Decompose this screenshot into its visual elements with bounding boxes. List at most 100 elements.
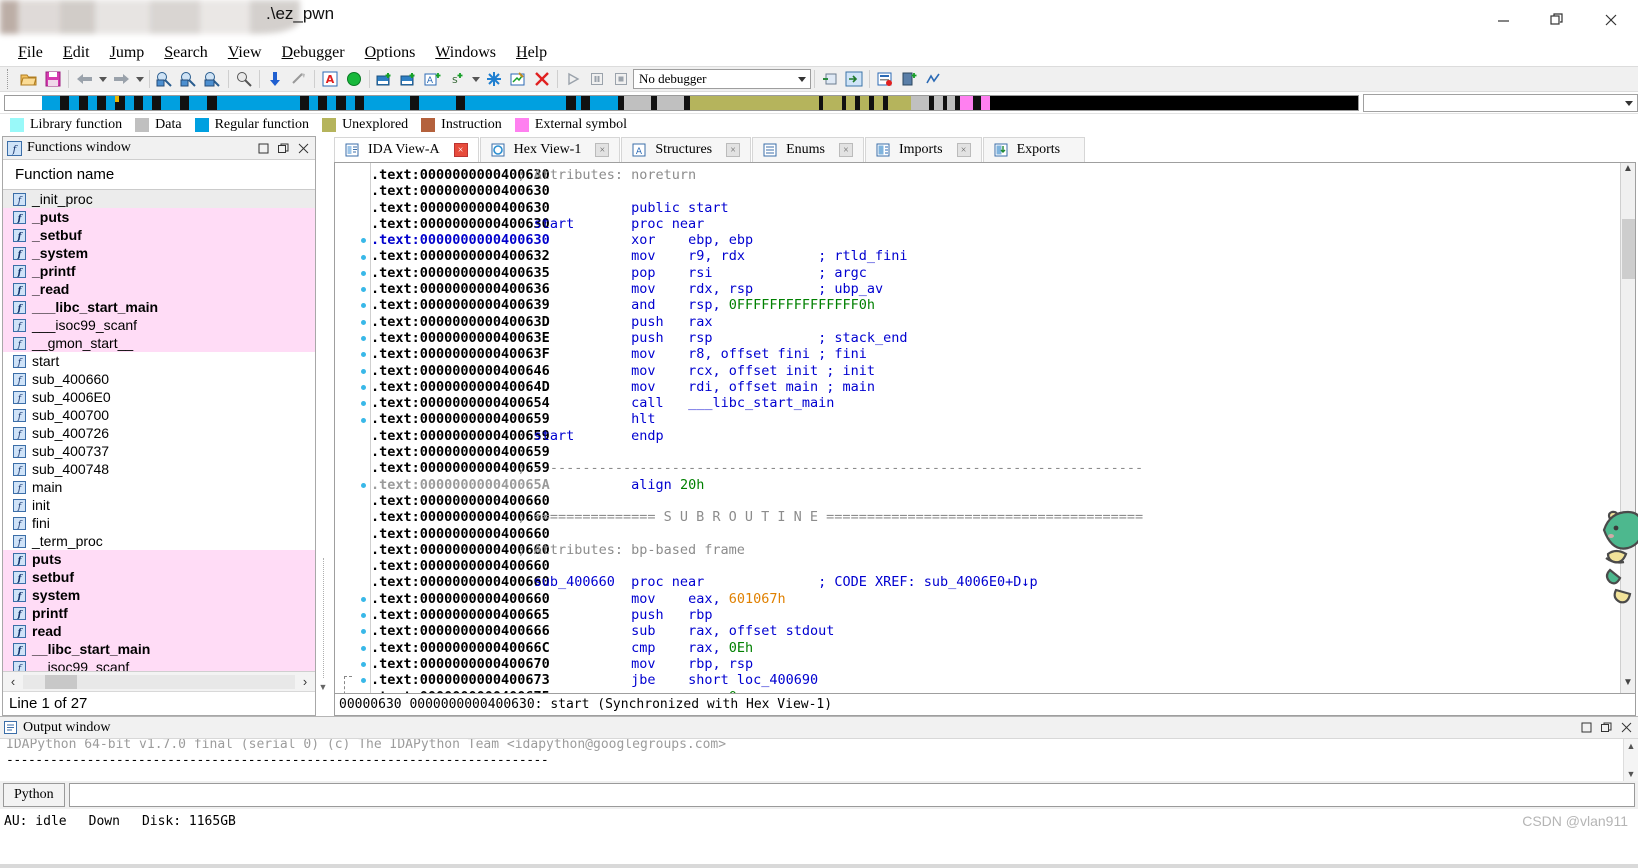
forward-arrow-icon[interactable] [109, 68, 133, 90]
hscroll-thumb[interactable] [45, 675, 77, 689]
menu-item-edit[interactable]: Edit [53, 43, 100, 63]
disassembly-line[interactable]: .text:0000000000400659 [371, 444, 1620, 460]
function-list-item[interactable]: f_printf [3, 262, 315, 280]
scroll-up-icon[interactable]: ▲ [1623, 163, 1633, 179]
menu-item-view[interactable]: View [218, 43, 272, 63]
output-close-icon[interactable] [1618, 720, 1634, 736]
function-list-item[interactable]: fprintf [3, 604, 315, 622]
tab-imports[interactable]: Imports× [865, 137, 982, 162]
function-list-item[interactable]: f__gmon_start__ [3, 334, 315, 352]
debugger-select[interactable]: No debugger [633, 69, 811, 89]
breakpoint-dot-icon[interactable] [361, 320, 366, 325]
disassembly-line[interactable]: .text:0000000000400639andrsp, 0FFFFFFFFF… [371, 297, 1620, 313]
line-label[interactable]: start [534, 216, 575, 232]
minimize-icon[interactable] [1476, 0, 1530, 40]
disassembly-line[interactable]: .text:0000000000400660 [371, 558, 1620, 574]
function-list-item[interactable]: fread [3, 622, 315, 640]
output-float-icon[interactable] [1598, 720, 1614, 736]
disassembly-line[interactable]: .text:0000000000400660; Attributes: bp-b… [371, 542, 1620, 558]
disassembly-line[interactable]: .text:0000000000400630public start [371, 200, 1620, 216]
add-data-icon[interactable] [373, 68, 397, 90]
disassembly-line[interactable]: .text:0000000000400654call___libc_start_… [371, 395, 1620, 411]
struct-dropdown-icon[interactable] [469, 68, 482, 90]
restore-icon[interactable] [1530, 0, 1584, 40]
run-icon[interactable] [561, 68, 585, 90]
breakpoint-dot-icon[interactable] [361, 629, 366, 634]
sync-icon[interactable] [482, 68, 506, 90]
panel-restore-icon[interactable] [255, 140, 271, 156]
back-dropdown-icon[interactable] [96, 68, 109, 90]
function-list-item[interactable]: f___libc_start_main [3, 298, 315, 316]
menu-item-debugger[interactable]: Debugger [272, 43, 355, 63]
python-input[interactable] [69, 783, 1635, 807]
panel-float-icon[interactable] [275, 140, 291, 156]
function-list-item[interactable]: fsetbuf [3, 568, 315, 586]
breakpoint-dot-icon[interactable] [361, 662, 366, 667]
add-string-icon[interactable]: A [421, 68, 445, 90]
splitter[interactable]: ▼ [316, 136, 330, 716]
breakpoint-dot-icon[interactable] [361, 287, 366, 292]
function-list-item[interactable]: fsub_400748 [3, 460, 315, 478]
output-scroll-down-icon[interactable]: ▼ [1627, 769, 1636, 779]
green-circle-icon[interactable] [342, 68, 366, 90]
disassembly-line[interactable]: .text:0000000000400659hlt [371, 411, 1620, 427]
breakpoint-gutter[interactable] [357, 163, 371, 693]
ida-view-a[interactable]: .text:0000000000400630; Attributes: nore… [334, 162, 1636, 694]
jump-down-icon[interactable] [263, 68, 287, 90]
disassembly-line[interactable]: .text:0000000000400630; Attributes: nore… [371, 167, 1620, 183]
edit-icon[interactable] [506, 68, 530, 90]
disassembly-line[interactable]: .text:0000000000400670movrbp, rsp [371, 656, 1620, 672]
function-list-item[interactable]: ffini [3, 514, 315, 532]
function-list-item[interactable]: fputs [3, 550, 315, 568]
tab-close-icon[interactable]: × [957, 143, 971, 157]
disassembly-line[interactable]: .text:0000000000400673jbeshort loc_40069… [371, 672, 1620, 688]
breakpoint-dot-icon[interactable] [361, 646, 366, 651]
disassembly-text[interactable]: .text:0000000000400630; Attributes: nore… [371, 163, 1620, 693]
function-list-item[interactable]: fsub_400737 [3, 442, 315, 460]
function-list-item[interactable]: f___isoc99_scanf [3, 316, 315, 334]
output-body[interactable]: IDAPython 64-bit v1.7.0 final (serial 0)… [0, 739, 1638, 781]
tab-hex-view-1[interactable]: Hex View-1× [480, 137, 621, 162]
function-list-item[interactable]: fsub_400700 [3, 406, 315, 424]
breakpoint-dot-icon[interactable] [361, 352, 366, 357]
function-list-item[interactable]: f__isoc99_scanf [3, 658, 315, 671]
function-list-item[interactable]: fstart [3, 352, 315, 370]
function-list-item[interactable]: fmain [3, 478, 315, 496]
search-again-icon[interactable] [232, 68, 256, 90]
breakpoint-dot-icon[interactable] [361, 271, 366, 276]
output-vscrollbar[interactable]: ▲ ▼ [1623, 739, 1638, 781]
function-list-item[interactable]: f__libc_start_main [3, 640, 315, 658]
line-label[interactable]: start [534, 428, 575, 444]
menu-item-help[interactable]: Help [506, 43, 557, 63]
function-list-item[interactable]: f_puts [3, 208, 315, 226]
disassembly-line[interactable]: .text:000000000040063Dpushrax [371, 314, 1620, 330]
tab-close-icon[interactable]: × [839, 143, 853, 157]
tab-close-icon[interactable]: × [726, 143, 740, 157]
functions-column-header[interactable]: Function name [3, 160, 315, 190]
breakpoint-dot-icon[interactable] [361, 401, 366, 406]
disassembly-line[interactable]: .text:0000000000400660; =============== … [371, 509, 1620, 525]
add-data2-icon[interactable] [397, 68, 421, 90]
disassembly-line[interactable]: .text:000000000040066Ccmprax, 0Eh [371, 640, 1620, 656]
vscroll-thumb[interactable] [1622, 219, 1635, 279]
breakpoint-dot-icon[interactable] [361, 597, 366, 602]
no-jump-icon[interactable] [287, 68, 311, 90]
function-list-item[interactable]: finit [3, 496, 315, 514]
search-hex-icon[interactable] [153, 68, 177, 90]
search-binary-icon[interactable] [201, 68, 225, 90]
function-list-item[interactable]: f_term_proc [3, 532, 315, 550]
disassembly-line[interactable]: .text:0000000000400666subrax, offset std… [371, 623, 1620, 639]
function-list-item[interactable]: f_init_proc [3, 190, 315, 208]
scroll-down-icon[interactable]: ▼ [1623, 677, 1633, 693]
breakpoint-dot-icon[interactable] [361, 369, 366, 374]
tab-ida-view-a[interactable]: IDA View-A× [334, 137, 479, 162]
disassembly-line[interactable]: .text:0000000000400660 [371, 526, 1620, 542]
function-list-item[interactable]: f_system [3, 244, 315, 262]
forward-dropdown-icon[interactable] [133, 68, 146, 90]
function-list-item[interactable]: fsub_400726 [3, 424, 315, 442]
breakpoint-dot-icon[interactable] [361, 418, 366, 423]
disassembly-line[interactable]: .text:0000000000400636movrdx, rsp; ubp_a… [371, 281, 1620, 297]
menu-item-windows[interactable]: Windows [425, 43, 506, 63]
tab-close-icon[interactable]: × [595, 143, 609, 157]
run-to-cursor-icon[interactable] [842, 68, 866, 90]
